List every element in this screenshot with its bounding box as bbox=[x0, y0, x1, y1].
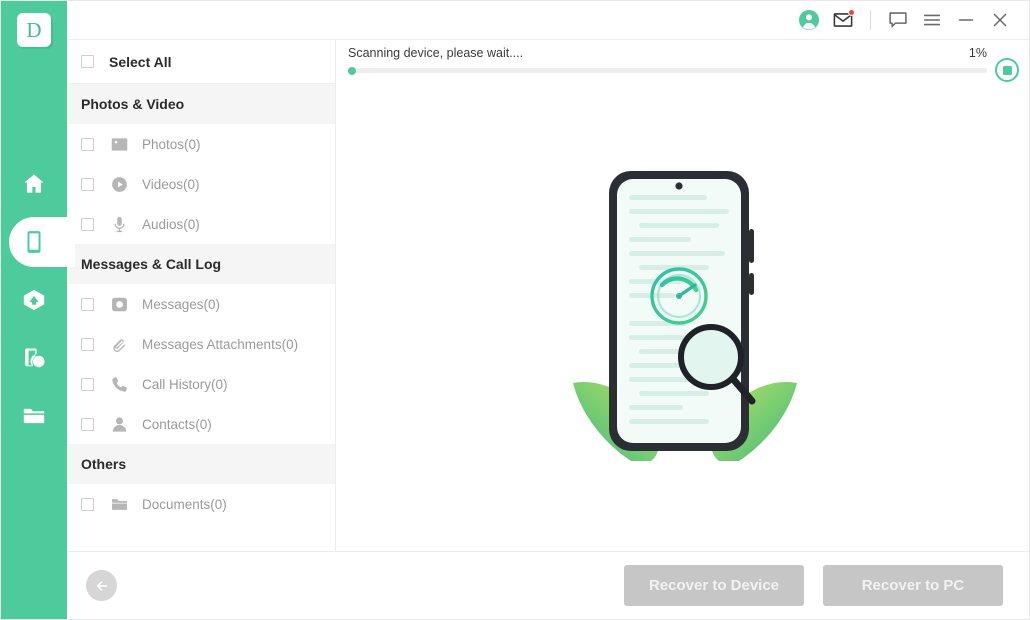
back-button[interactable] bbox=[86, 570, 117, 601]
checkbox-videos[interactable] bbox=[81, 177, 94, 191]
select-all-row[interactable]: Select All bbox=[67, 40, 335, 84]
checkbox-audios[interactable] bbox=[81, 217, 94, 231]
mail-notification-dot bbox=[848, 9, 855, 16]
scan-progress-bar bbox=[348, 66, 987, 75]
checkbox-contacts[interactable] bbox=[81, 417, 94, 431]
scan-progress-area: Scanning device, please wait.... 1% bbox=[336, 40, 1029, 84]
rail-items bbox=[1, 155, 75, 445]
content-body: Select All Photos & Video Photos(0) Vide… bbox=[67, 39, 1029, 551]
list-item-label: Videos(0) bbox=[142, 176, 200, 192]
stop-scan-button[interactable] bbox=[995, 58, 1019, 82]
list-item-contacts[interactable]: Contacts(0) bbox=[67, 404, 335, 444]
photo-icon bbox=[109, 134, 129, 154]
minimize-button[interactable] bbox=[949, 5, 983, 35]
list-item-label: Messages(0) bbox=[142, 296, 221, 312]
group-header-messages-call-log: Messages & Call Log bbox=[67, 244, 335, 284]
checkbox-photos[interactable] bbox=[81, 137, 94, 151]
rail-item-device-repair[interactable] bbox=[1, 329, 67, 387]
list-item-label: Documents(0) bbox=[142, 496, 227, 512]
feedback-button[interactable] bbox=[881, 5, 915, 35]
phone-camera bbox=[674, 181, 683, 190]
phone-scanning-illustration bbox=[572, 170, 797, 461]
folder-icon bbox=[109, 494, 129, 514]
checkbox-messages[interactable] bbox=[81, 297, 94, 311]
chat-bubble-icon bbox=[889, 12, 907, 28]
rail-item-home[interactable] bbox=[1, 155, 67, 213]
phone-icon bbox=[27, 231, 41, 253]
scan-progress-left: Scanning device, please wait.... 1% bbox=[348, 46, 995, 75]
hamburger-menu-icon bbox=[923, 14, 941, 26]
select-all-checkbox[interactable] bbox=[81, 55, 94, 68]
list-item-audios[interactable]: Audios(0) bbox=[67, 204, 335, 244]
recover-to-device-button[interactable]: Recover to Device bbox=[624, 565, 804, 606]
title-bar bbox=[67, 1, 1029, 39]
rail-item-device[interactable] bbox=[1, 213, 75, 271]
titlebar-divider bbox=[870, 10, 871, 30]
scan-stage: Scanning device, please wait.... 1% bbox=[336, 40, 1029, 551]
file-type-list: Select All Photos & Video Photos(0) Vide… bbox=[67, 40, 336, 551]
account-avatar-icon bbox=[799, 10, 819, 30]
home-icon bbox=[24, 174, 44, 193]
mail-button[interactable] bbox=[826, 5, 860, 35]
arrow-left-icon bbox=[96, 580, 107, 591]
recover-to-pc-button[interactable]: Recover to PC bbox=[823, 565, 1003, 606]
list-item-label: Audios(0) bbox=[142, 216, 200, 232]
menu-button[interactable] bbox=[915, 5, 949, 35]
phone-button-power bbox=[748, 272, 754, 295]
group-header-others: Others bbox=[67, 444, 335, 484]
list-item-label: Contacts(0) bbox=[142, 416, 212, 432]
phone-screen bbox=[616, 178, 741, 443]
phone-button-volume bbox=[748, 228, 754, 263]
checkbox-call-history[interactable] bbox=[81, 377, 94, 391]
group-header-photos-video: Photos & Video bbox=[67, 84, 335, 124]
list-item-documents[interactable]: Documents(0) bbox=[67, 484, 335, 524]
main-area: Select All Photos & Video Photos(0) Vide… bbox=[67, 1, 1029, 619]
scan-status-text: Scanning device, please wait.... bbox=[348, 46, 524, 60]
scan-percent-label: 1% bbox=[968, 46, 987, 60]
scan-progress-fill bbox=[348, 66, 356, 75]
list-item-photos[interactable]: Photos(0) bbox=[67, 124, 335, 164]
list-item-label: Call History(0) bbox=[142, 376, 228, 392]
list-item-messages[interactable]: Messages(0) bbox=[67, 284, 335, 324]
app-window: D Select All Photos & Video Photos(0) Vi… bbox=[0, 0, 1030, 620]
contact-person-icon bbox=[109, 414, 129, 434]
device-info-icon bbox=[25, 348, 45, 368]
list-item-messages-attachments[interactable]: Messages Attachments(0) bbox=[67, 324, 335, 364]
select-all-label: Select All bbox=[109, 53, 172, 70]
app-logo: D bbox=[17, 13, 51, 47]
list-item-call-history[interactable]: Call History(0) bbox=[67, 364, 335, 404]
list-item-label: Messages Attachments(0) bbox=[142, 336, 299, 352]
folder-icon bbox=[23, 408, 45, 424]
cloud-icon bbox=[23, 289, 45, 311]
scan-progress-text-row: Scanning device, please wait.... 1% bbox=[348, 46, 987, 60]
app-logo-letter: D bbox=[26, 17, 42, 42]
video-play-icon bbox=[109, 174, 129, 194]
footer-bar: Recover to Device Recover to PC bbox=[67, 551, 1029, 619]
close-button[interactable] bbox=[983, 5, 1017, 35]
phone-call-icon bbox=[109, 374, 129, 394]
stop-square-icon bbox=[1002, 65, 1012, 75]
list-item-videos[interactable]: Videos(0) bbox=[67, 164, 335, 204]
checkbox-messages-attachments[interactable] bbox=[81, 337, 94, 351]
message-icon bbox=[109, 294, 129, 314]
account-button[interactable] bbox=[792, 5, 826, 35]
illustration-wrap bbox=[336, 84, 1029, 551]
checkbox-documents[interactable] bbox=[81, 497, 94, 511]
rail-item-cloud[interactable] bbox=[1, 271, 67, 329]
close-icon bbox=[993, 13, 1007, 27]
minimize-icon bbox=[958, 19, 974, 21]
left-nav-rail: D bbox=[1, 1, 75, 619]
rail-item-files[interactable] bbox=[1, 387, 67, 445]
list-item-label: Photos(0) bbox=[142, 136, 201, 152]
paperclip-icon bbox=[109, 334, 129, 354]
microphone-icon bbox=[109, 214, 129, 234]
